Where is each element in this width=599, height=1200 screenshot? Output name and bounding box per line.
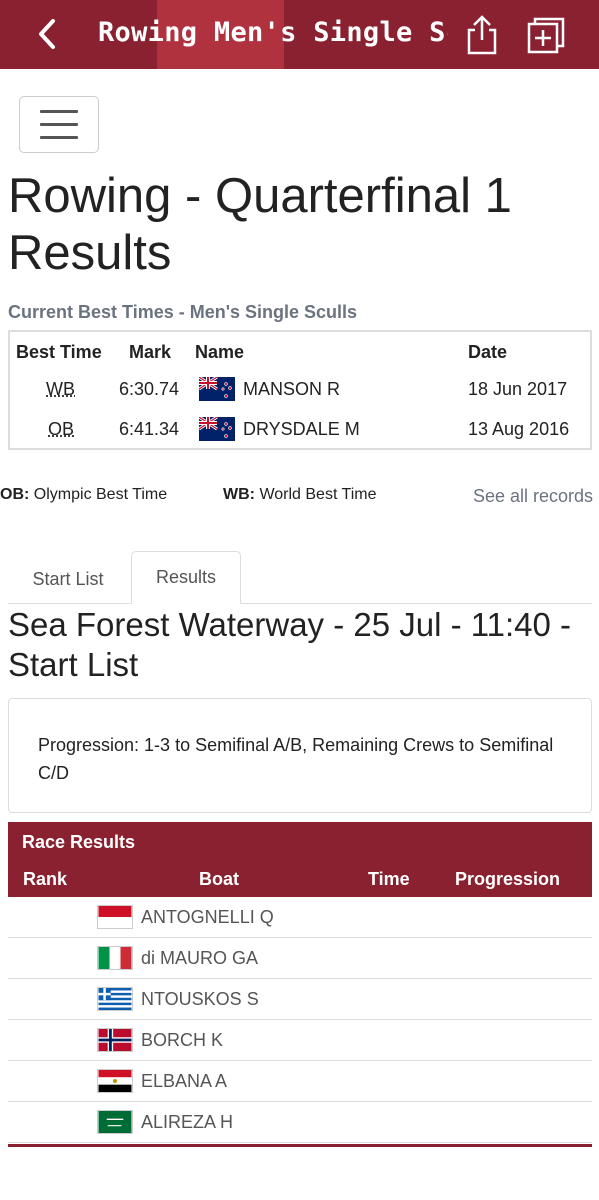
legend-ob-text: Olympic Best Time [33, 486, 168, 503]
table-row[interactable]: ELBANA A [8, 1061, 592, 1102]
saudi-arabia-flag-icon [97, 1110, 133, 1134]
records-caption: Current Best Times - Men's Single Sculls [8, 302, 358, 322]
legend-wb: WB: World Best Time [223, 486, 377, 504]
records-table: Best Time Mark Name Date WB 6:30.74 MANS… [8, 330, 592, 450]
records-header-date: Date [468, 342, 508, 362]
athlete-name: di MAURO GA [141, 948, 259, 968]
table-row[interactable]: ALIREZA H [8, 1102, 592, 1143]
record-name: MANSON R [243, 379, 341, 399]
table-row[interactable]: BORCH K [8, 1020, 592, 1061]
app-bar: Rowing Men's Single Scull... [0, 0, 599, 69]
legend-wb-key: WB: [223, 486, 255, 503]
see-all-records-link[interactable]: See all records [473, 486, 593, 507]
progression-text: Progression: 1-3 to Semifinal A/B, Remai… [38, 735, 554, 783]
table-row[interactable]: di MAURO GA [8, 938, 592, 979]
records-header-name: Name [195, 342, 245, 362]
athlete-name: NTOUSKOS S [141, 989, 259, 1009]
record-name: DRYSDALE M [243, 419, 360, 439]
progression-box: Progression: 1-3 to Semifinal A/B, Remai… [8, 698, 592, 813]
venue-title: Sea Forest Waterway - 25 Jul - 11:40 - S… [8, 606, 572, 683]
add-tab-icon[interactable] [526, 16, 566, 54]
legend-ob-key: OB: [0, 486, 30, 503]
record-mark: 6:30.74 [119, 379, 180, 399]
record-date: 18 Jun 2017 [468, 379, 568, 399]
table-row[interactable]: ANTOGNELLI Q [8, 897, 592, 938]
record-date: 13 Aug 2016 [468, 419, 570, 439]
records-header-mark: Mark [129, 342, 172, 362]
athlete-name: ELBANA A [141, 1071, 228, 1091]
legend-ob: OB: Olympic Best Time [0, 486, 167, 504]
tabs-divider [8, 603, 592, 604]
chevron-left-icon[interactable] [30, 14, 64, 54]
race-results-header: Race Results Rank Boat Time Progression [8, 822, 592, 897]
record-mark: 6:41.34 [119, 419, 180, 439]
hamburger-icon [40, 110, 78, 113]
legend-wb-text: World Best Time [259, 486, 377, 503]
monaco-flag-icon [97, 905, 133, 929]
egypt-flag-icon [97, 1069, 133, 1093]
results-header-progression: Progression [455, 869, 561, 889]
results-header-rank: Rank [23, 869, 68, 889]
tab-results[interactable]: Results [131, 551, 241, 604]
table-row[interactable]: NTOUSKOS S [8, 979, 592, 1020]
tab-start-list[interactable]: Start List [8, 555, 128, 603]
app-bar-title: Rowing Men's Single Scull... [98, 17, 448, 48]
results-header-boat: Boat [199, 869, 239, 889]
share-icon[interactable] [464, 14, 500, 56]
page-title: Rowing - Quarterfinal 1 Results [8, 169, 512, 280]
athlete-name: ALIREZA H [141, 1112, 234, 1132]
new-zealand-flag-icon [199, 377, 235, 401]
menu-button[interactable] [19, 96, 99, 153]
record-type[interactable]: WB [46, 379, 75, 400]
table-bottom-border [8, 1144, 592, 1147]
athlete-name: BORCH K [141, 1030, 224, 1050]
records-header-best-time: Best Time [16, 342, 102, 362]
record-type[interactable]: OB [48, 419, 74, 440]
greece-flag-icon [97, 987, 133, 1011]
italy-flag-icon [97, 946, 133, 970]
athlete-name: ANTOGNELLI Q [141, 907, 274, 927]
new-zealand-flag-icon [199, 417, 235, 441]
norway-flag-icon [97, 1028, 133, 1052]
race-results-caption: Race Results [22, 832, 136, 852]
results-header-time: Time [368, 869, 410, 889]
